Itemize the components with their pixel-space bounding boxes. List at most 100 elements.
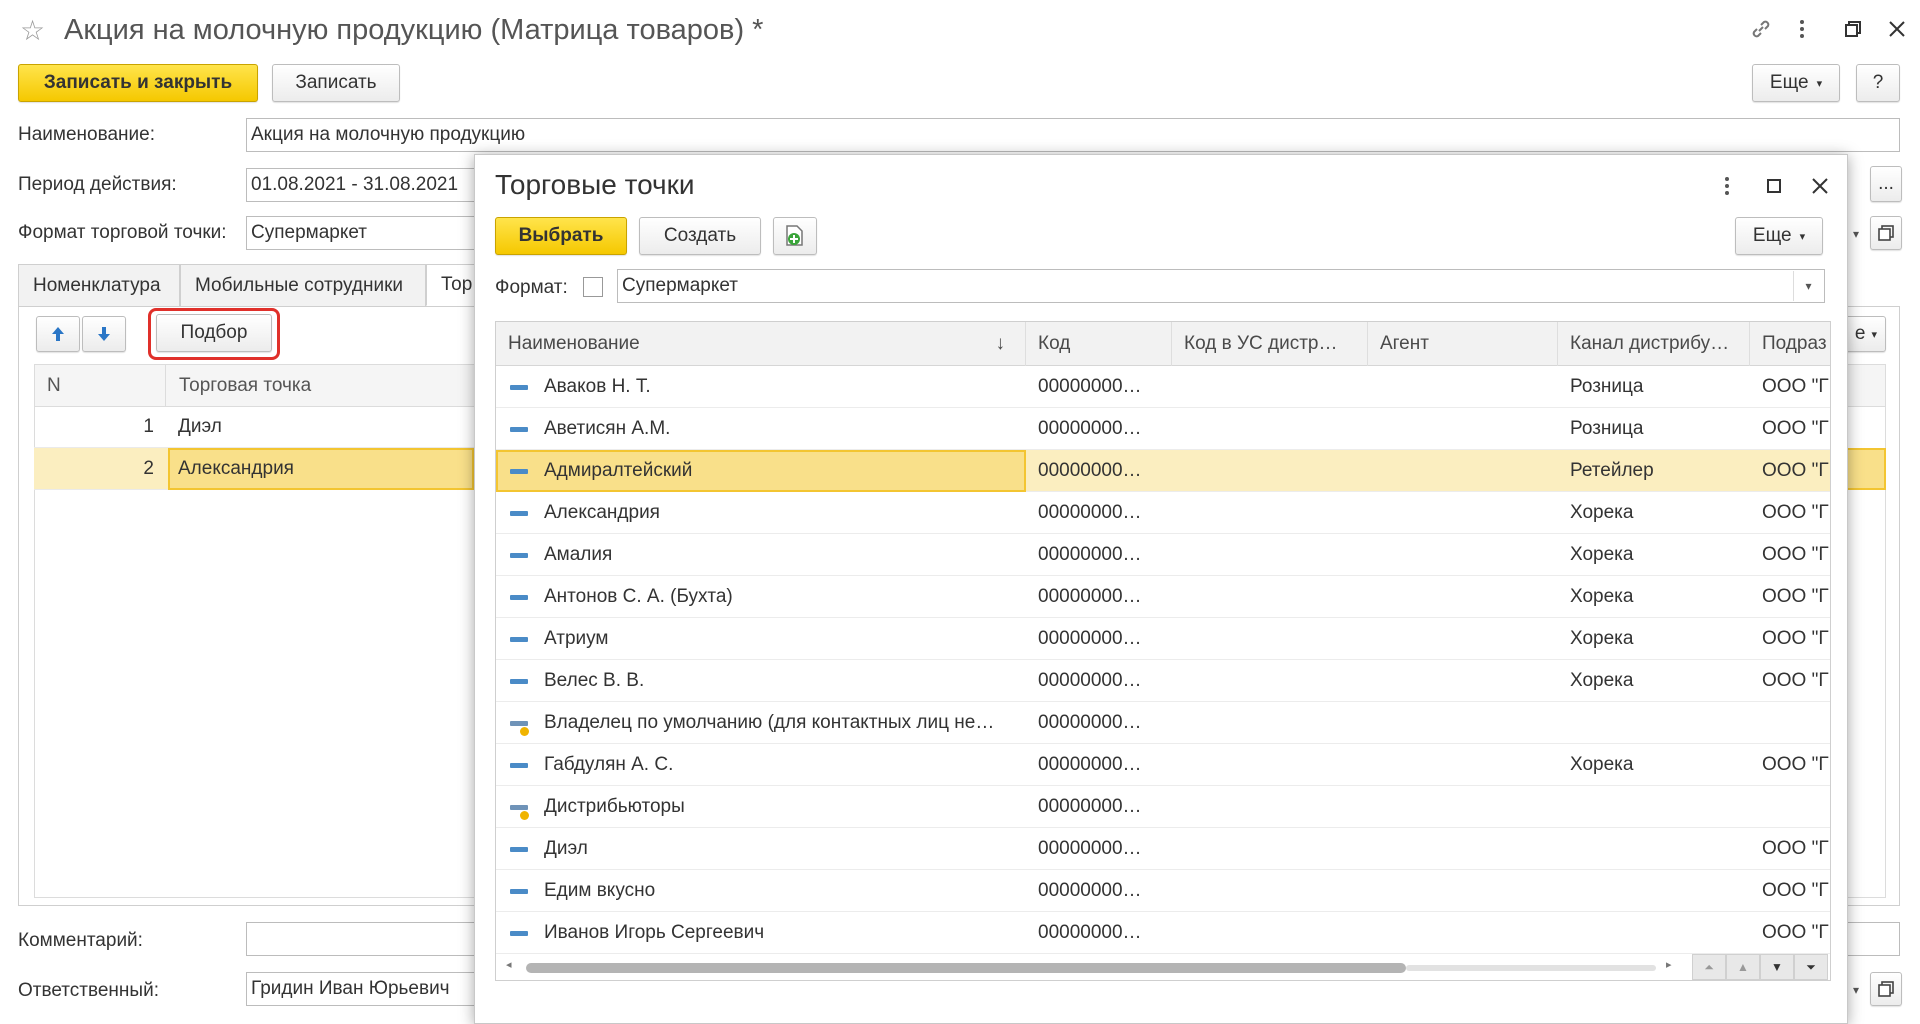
grid-row[interactable]: Владелец по умолчанию (для контактных ли…: [496, 702, 1830, 744]
format-dropdown-icon[interactable]: ▾: [1846, 218, 1866, 250]
column-agent[interactable]: Агент: [1368, 322, 1558, 366]
save-button[interactable]: Записать: [272, 64, 400, 102]
cell-division: ООО "Г: [1762, 628, 1829, 649]
cell-agent: [1380, 702, 1550, 744]
name-field[interactable]: Акция на молочную продукцию: [246, 118, 1900, 152]
column-channel[interactable]: Канал дистрибу…: [1558, 322, 1750, 366]
item-icon: [510, 889, 528, 894]
scroll-left-icon[interactable]: ◂: [506, 958, 512, 971]
cell-channel: [1570, 828, 1742, 870]
move-up-button[interactable]: [36, 316, 80, 352]
move-down-button[interactable]: [82, 316, 126, 352]
horizontal-scrollbar[interactable]: ◂ ▸ ⏶ ▲ ▼ ⏷: [496, 954, 1830, 980]
cell-division: ООО "Г: [1762, 502, 1829, 523]
cell-us-code: [1184, 408, 1364, 450]
cell-name: Аваков Н. Т.: [544, 376, 651, 397]
restore-window-icon[interactable]: [1838, 14, 1868, 44]
link-icon[interactable]: [1746, 14, 1776, 44]
column-division[interactable]: Подраз: [1750, 322, 1830, 366]
cell-agent: [1380, 828, 1550, 870]
column-divider: [165, 365, 166, 407]
favorite-star-icon[interactable]: ☆: [20, 14, 45, 47]
item-icon: [510, 595, 528, 600]
filter-format-dropdown-icon[interactable]: ▾: [1793, 271, 1823, 301]
responsible-field[interactable]: Гридин Иван Юрьевич: [246, 972, 486, 1006]
row-number: 2: [143, 458, 154, 479]
more-vertical-icon[interactable]: [1790, 14, 1814, 44]
scroll-prev-button[interactable]: ▲: [1726, 954, 1760, 980]
dialog-maximize-icon[interactable]: [1759, 171, 1789, 201]
cell-us-code: [1184, 828, 1364, 870]
grid-row[interactable]: Атриум 00000000… Хорека ООО "Г: [496, 618, 1830, 660]
responsible-dropdown-icon[interactable]: ▾: [1846, 974, 1866, 1006]
grid-row[interactable]: Аваков Н. Т. 00000000… Розница ООО "Г: [496, 366, 1830, 408]
create-copy-button[interactable]: [773, 217, 817, 255]
item-icon: [510, 553, 528, 558]
grid-row[interactable]: Габдулян А. С. 00000000… Хорека ООО "Г: [496, 744, 1830, 786]
table-row[interactable]: 1 Диэл: [34, 406, 474, 448]
cell-division: ООО "Г: [1762, 754, 1829, 775]
tab-mobile-employees[interactable]: Мобильные сотрудники: [180, 264, 426, 306]
item-icon: [510, 511, 528, 516]
arrow-down-icon: [98, 327, 110, 341]
scroll-next-button[interactable]: ▼: [1760, 954, 1794, 980]
cell-code: 00000000…: [1038, 796, 1142, 817]
choose-button[interactable]: Выбрать: [495, 217, 627, 255]
filter-format-field[interactable]: Супермаркет: [617, 269, 1825, 303]
scrollbar-thumb[interactable]: [526, 963, 1406, 973]
filter-format-checkbox[interactable]: [583, 277, 603, 297]
grid-body: Аваков Н. Т. 00000000… Розница ООО "Г Аветис…: [496, 366, 1830, 956]
column-trade-point[interactable]: Торговая точка: [179, 375, 311, 397]
grid-row[interactable]: Иванов Игорь Сергеевич 00000000… ООО "Г: [496, 912, 1830, 954]
responsible-open-button[interactable]: [1870, 972, 1902, 1006]
scroll-last-button[interactable]: ⏷: [1794, 954, 1828, 980]
cell-channel: Хорека: [1570, 670, 1634, 691]
cell-code: 00000000…: [1038, 922, 1142, 943]
cell-division: ООО "Г: [1762, 880, 1829, 901]
create-button[interactable]: Создать: [639, 217, 761, 255]
cell-agent: [1380, 786, 1550, 828]
scroll-right-icon[interactable]: ▸: [1666, 958, 1672, 971]
column-us-code[interactable]: Код в УС дистр…: [1172, 322, 1368, 366]
scroll-first-button[interactable]: ⏶: [1692, 954, 1726, 980]
table-row-selected[interactable]: 2 Александрия: [34, 448, 474, 490]
select-items-button[interactable]: Подбор: [156, 314, 272, 352]
grid-row[interactable]: Антонов С. А. (Бухта) 00000000… Хорека ООО …: [496, 576, 1830, 618]
cell-us-code: [1184, 366, 1364, 408]
cell-us-code: [1184, 870, 1364, 912]
cell-agent: [1380, 744, 1550, 786]
column-code[interactable]: Код: [1026, 322, 1172, 366]
column-n[interactable]: N: [47, 375, 61, 397]
format-field[interactable]: Супермаркет: [246, 216, 486, 250]
close-window-icon[interactable]: [1882, 14, 1912, 44]
cell-name: Адмиралтейский: [544, 460, 693, 481]
grid-row[interactable]: Дистрибьюторы 00000000…: [496, 786, 1830, 828]
help-button[interactable]: ?: [1856, 64, 1900, 102]
format-open-button[interactable]: [1870, 216, 1902, 250]
period-field[interactable]: 01.08.2021 - 31.08.2021: [246, 168, 486, 202]
grid-row[interactable]: Диэл 00000000… ООО "Г: [496, 828, 1830, 870]
cell-code: 00000000…: [1038, 712, 1142, 733]
grid-row[interactable]: Едим вкусно 00000000… ООО "Г: [496, 870, 1830, 912]
grid-row[interactable]: Амалия 00000000… Хорека ООО "Г: [496, 534, 1830, 576]
grid-row[interactable]: Александрия 00000000… Хорека ООО "Г: [496, 492, 1830, 534]
dialog-more-vertical-icon[interactable]: [1715, 171, 1739, 201]
dialog-more-button[interactable]: Еще ▾: [1735, 217, 1823, 255]
grid-row[interactable]: Аветисян А.М. 00000000… Розница ООО "Г: [496, 408, 1830, 450]
period-select-button[interactable]: ...: [1870, 166, 1902, 202]
tab-nomenclature[interactable]: Номенклатура: [18, 264, 180, 306]
grid-row[interactable]: Велес В. В. 00000000… Хорека ООО "Г: [496, 660, 1830, 702]
cell-division: ООО "Г: [1762, 460, 1829, 481]
save-and-close-button[interactable]: Записать и закрыть: [18, 64, 258, 102]
cell-code: 00000000…: [1038, 670, 1142, 691]
column-name[interactable]: Наименование ↓: [496, 322, 1026, 366]
cell-code: 00000000…: [1038, 376, 1142, 397]
cell-name: Велес В. В.: [544, 670, 645, 691]
cell-us-code: [1184, 534, 1364, 576]
cell-channel: [1570, 786, 1742, 828]
dialog-close-icon[interactable]: [1805, 171, 1835, 201]
more-button[interactable]: Еще ▾: [1752, 64, 1840, 102]
grid-row-selected[interactable]: Адмиралтейский 00000000… Ретейлер ООО "Г: [496, 450, 1830, 492]
cell-agent: [1380, 660, 1550, 702]
cell-division: ООО "Г: [1762, 544, 1829, 565]
